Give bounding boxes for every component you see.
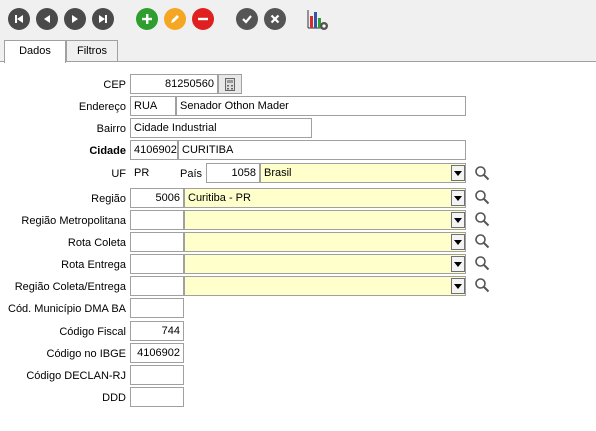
uf-label: UF [111, 168, 126, 180]
codigo-ibge-label: Código no IBGE [46, 348, 127, 360]
cancel-button[interactable] [264, 8, 286, 30]
edit-icon [171, 15, 179, 23]
add-icon [142, 14, 152, 24]
last-record-icon [99, 15, 107, 23]
toolbar [0, 0, 596, 38]
endereco-label: Endereço [78, 101, 126, 113]
delete-button[interactable] [192, 8, 214, 30]
regiao-coleta-entrega-search-icon[interactable] [474, 277, 490, 293]
cod-municipio-dma-ba-input[interactable] [130, 298, 184, 318]
ddd-input[interactable] [130, 387, 184, 407]
regiao-metropolitana-label: Região Metropolitana [21, 215, 126, 227]
regiao-coleta-entrega-dropdown-button[interactable] [451, 278, 465, 294]
rota-coleta-dropdown-button[interactable] [451, 234, 465, 250]
report-chart-button[interactable] [306, 8, 330, 32]
last-record-button[interactable] [92, 8, 114, 30]
cancel-icon [270, 14, 280, 24]
first-record-button[interactable] [8, 8, 30, 30]
regiao-coleta-entrega-label: Região Coleta/Entrega [14, 281, 126, 293]
first-record-icon [15, 15, 23, 23]
form-panel: CEP 81250560 Endereço RUA Senador Othon … [0, 61, 596, 431]
tab-filtros[interactable]: Filtros [66, 40, 118, 62]
regiao-metropolitana-code-input[interactable] [130, 210, 184, 230]
confirm-icon [242, 15, 252, 24]
pais-search-icon[interactable] [474, 165, 490, 181]
codigo-ibge-input[interactable]: 4106902 [130, 343, 184, 363]
bairro-input[interactable]: Cidade Industrial [130, 118, 312, 138]
cep-input[interactable]: 81250560 [130, 74, 218, 94]
codigo-fiscal-input[interactable]: 744 [130, 321, 184, 341]
cidade-name-input[interactable]: CURITIBA [178, 140, 466, 160]
tab-bar: Dados Filtros [0, 40, 596, 63]
calculator-icon [225, 77, 235, 91]
tab-dados[interactable]: Dados [4, 40, 66, 63]
next-record-button[interactable] [64, 8, 86, 30]
bairro-label: Bairro [96, 123, 126, 135]
regiao-metropolitana-search-icon[interactable] [474, 211, 490, 227]
regiao-metropolitana-select[interactable] [184, 210, 466, 230]
rota-entrega-search-icon[interactable] [474, 255, 490, 271]
pais-label: País [180, 168, 203, 180]
add-button[interactable] [136, 8, 158, 30]
codigo-fiscal-label: Código Fiscal [59, 326, 126, 338]
regiao-label: Região [91, 193, 126, 205]
cep-search-button[interactable] [218, 74, 242, 94]
cidade-label: Cidade [89, 145, 126, 157]
ddd-label: DDD [102, 392, 126, 404]
regiao-metropolitana-dropdown-button[interactable] [451, 212, 465, 228]
rota-coleta-search-icon[interactable] [474, 233, 490, 249]
regiao-coleta-entrega-select[interactable] [184, 276, 466, 296]
pais-select[interactable]: Brasil [260, 163, 466, 183]
cep-label: CEP [103, 79, 126, 91]
codigo-declan-rj-label: Código DECLAN-RJ [26, 370, 126, 382]
report-chart-icon [307, 10, 328, 30]
cod-municipio-dma-ba-label: Cód. Município DMA BA [8, 303, 126, 315]
rota-entrega-label: Rota Entrega [61, 259, 126, 271]
rota-coleta-select[interactable] [184, 232, 466, 252]
edit-button[interactable] [164, 8, 186, 30]
rota-coleta-label: Rota Coleta [67, 237, 126, 249]
regiao-search-icon[interactable] [474, 189, 490, 205]
codigo-declan-rj-input[interactable] [130, 365, 184, 385]
rota-entrega-select[interactable] [184, 254, 466, 274]
regiao-coleta-entrega-code-input[interactable] [130, 276, 184, 296]
regiao-select[interactable]: Curitiba - PR [184, 188, 466, 208]
previous-record-button[interactable] [36, 8, 58, 30]
uf-input[interactable]: PR [130, 163, 160, 183]
rota-coleta-code-input[interactable] [130, 232, 184, 252]
next-record-icon [72, 15, 78, 23]
rota-entrega-code-input[interactable] [130, 254, 184, 274]
previous-record-icon [44, 15, 50, 23]
endereco-input[interactable]: Senador Othon Mader [176, 96, 466, 116]
regiao-code-input[interactable]: 5006 [130, 188, 184, 208]
pais-dropdown-button[interactable] [451, 165, 465, 181]
rota-entrega-dropdown-button[interactable] [451, 256, 465, 272]
confirm-button[interactable] [236, 8, 258, 30]
cidade-code-input[interactable]: 4106902 [130, 140, 178, 160]
endereco-type-input[interactable]: RUA [130, 96, 176, 116]
regiao-dropdown-button[interactable] [451, 190, 465, 206]
delete-icon [198, 17, 208, 21]
pais-code-input[interactable]: 1058 [206, 163, 260, 183]
